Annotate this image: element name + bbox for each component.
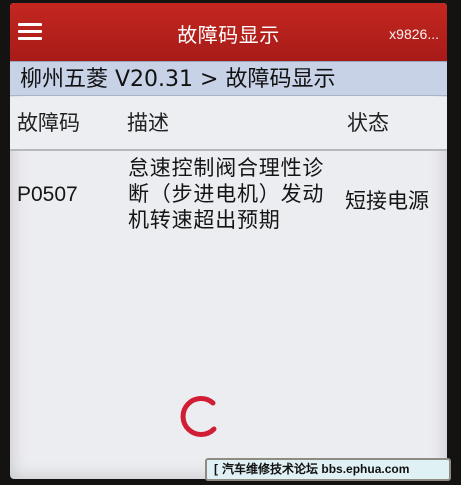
device-id: x9826...	[389, 26, 439, 42]
diagnostic-screen: 故障码显示 x9826... 柳州五菱 V20.31 > 故障码显示 故障码 描…	[10, 3, 447, 479]
fault-status: 短接电源	[345, 189, 429, 213]
app-bar: 故障码显示 x9826...	[10, 3, 447, 61]
fault-description: 怠速控制阀合理性诊 断（步进电机）发动 机转速超出预期	[128, 155, 333, 233]
watermark-url: bbs.ephua.com	[321, 462, 410, 476]
fault-description-line: 机转速超出预期	[128, 208, 281, 232]
breadcrumb: 柳州五菱 V20.31 > 故障码显示	[10, 61, 447, 96]
fault-description-line: 断（步进电机）发动	[128, 182, 325, 206]
forum-watermark: [ 汽车维修技术论坛 bbs.ephua.com	[205, 458, 451, 481]
fault-code: P0507	[17, 183, 78, 206]
fault-description-line: 怠速控制阀合理性诊	[128, 156, 325, 180]
fault-table-header: 故障码 描述 状态	[10, 97, 447, 151]
header-status: 状态	[347, 111, 389, 135]
watermark-bracket: [	[214, 462, 218, 476]
loading-spinner-icon	[180, 396, 217, 437]
page-title: 故障码显示	[177, 23, 280, 47]
header-fault-code: 故障码	[17, 111, 80, 135]
header-description: 描述	[127, 111, 169, 135]
fault-code-row[interactable]: P0507 怠速控制阀合理性诊 断（步进电机）发动 机转速超出预期 短接电源	[10, 149, 447, 249]
watermark-forum-name: 汽车维修技术论坛	[222, 462, 319, 476]
